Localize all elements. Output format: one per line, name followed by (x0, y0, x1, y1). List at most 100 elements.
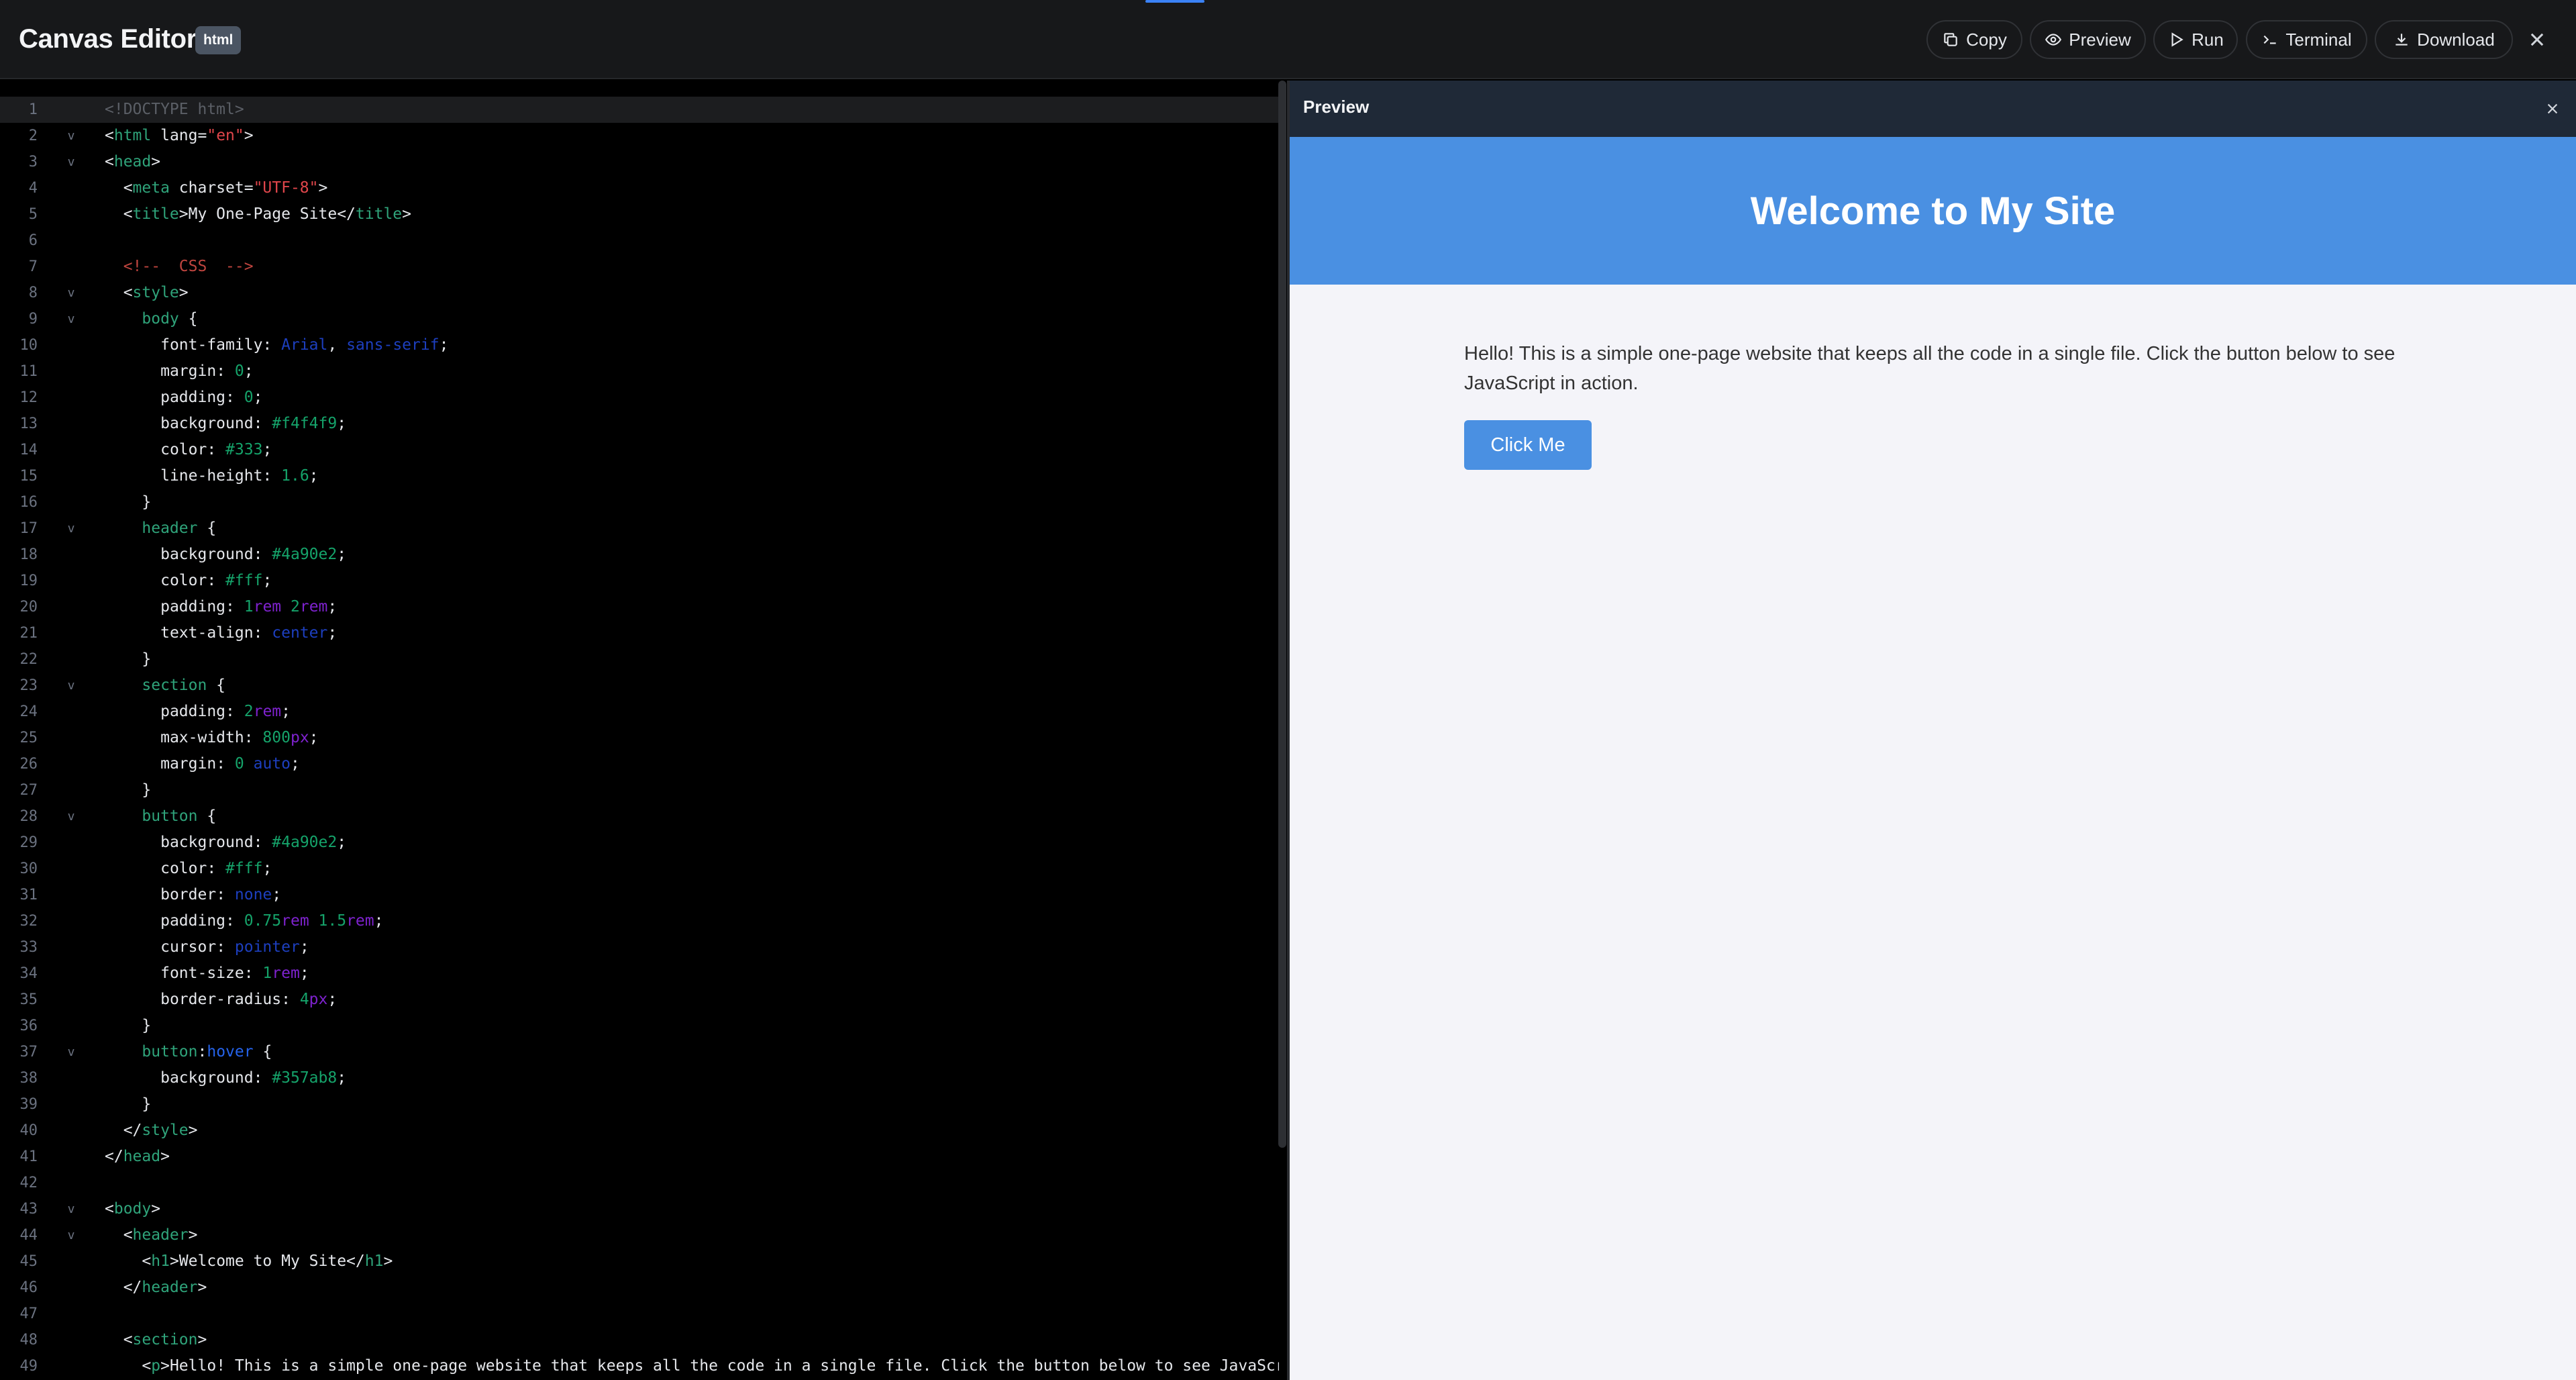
close-preview-button[interactable] (2540, 97, 2565, 121)
code-line[interactable]: 25 max-width: 800px; (0, 725, 1279, 751)
code-text: margin: 0 auto; (160, 755, 300, 773)
code-line[interactable]: 23 v section { (0, 673, 1279, 699)
eye-icon (2045, 34, 2062, 46)
code-text: padding: 1rem 2rem; (160, 598, 338, 615)
editor-scrollbar[interactable] (1278, 81, 1286, 1148)
code-line[interactable]: 39 } (0, 1091, 1279, 1118)
language-badge: html (195, 26, 242, 54)
code-line[interactable]: 19 color: #fff; (0, 568, 1279, 594)
code-editor[interactable]: 1 <!DOCTYPE html> 2 v <html lang="en"> 3 v <hea… (0, 81, 1279, 1380)
fold-chevron-icon[interactable]: v (64, 515, 78, 542)
code-line[interactable]: 31 border: none; (0, 882, 1279, 908)
line-number: 11 (19, 363, 38, 380)
fold-chevron-icon[interactable]: v (64, 280, 78, 306)
code-text: section { (142, 677, 226, 694)
code-line[interactable]: 15 line-height: 1.6; (0, 463, 1279, 489)
code-line[interactable]: 7 <!-- CSS --> (0, 254, 1279, 280)
close-editor-button[interactable] (2522, 24, 2553, 55)
code-line[interactable]: 37 v button:hover { (0, 1039, 1279, 1065)
code-line[interactable]: 17 v header { (0, 515, 1279, 542)
fold-chevron-icon[interactable]: v (64, 306, 78, 332)
code-line[interactable]: 30 color: #fff; (0, 856, 1279, 882)
fold-chevron-icon[interactable]: v (64, 1196, 78, 1222)
site-heading: Welcome to My Site (1750, 189, 2116, 233)
code-line[interactable]: 26 margin: 0 auto; (0, 751, 1279, 777)
code-text: } (105, 1095, 152, 1113)
code-line[interactable]: 36 } (0, 1013, 1279, 1039)
code-line[interactable]: 45 <h1>Welcome to My Site</h1> (0, 1248, 1279, 1275)
code-line[interactable]: 11 margin: 0; (0, 358, 1279, 385)
code-line[interactable]: 29 background: #4a90e2; (0, 830, 1279, 856)
code-line[interactable]: 48 <section> (0, 1327, 1279, 1353)
fold-chevron-icon[interactable]: v (64, 673, 78, 699)
preview-header: Preview (1290, 81, 2576, 137)
code-line[interactable]: 16 } (0, 489, 1279, 515)
run-button[interactable]: Run (2153, 20, 2238, 59)
line-number: 4 (28, 180, 38, 197)
line-number: 2 (28, 128, 38, 144)
code-line[interactable]: 14 color: #333; (0, 437, 1279, 463)
code-text: <p>Hello! This is a simple one-page webs… (105, 1357, 1279, 1375)
code-line[interactable]: 33 cursor: pointer; (0, 934, 1279, 960)
code-text: border-radius: 4px; (160, 991, 338, 1008)
fold-chevron-icon[interactable]: v (64, 123, 78, 149)
site-header: Welcome to My Site (1290, 137, 2576, 285)
code-line[interactable]: 1 <!DOCTYPE html> (0, 97, 1279, 123)
fold-chevron-icon[interactable]: v (64, 1222, 78, 1248)
code-line[interactable]: 47 (0, 1301, 1279, 1327)
code-text: <section> (105, 1331, 207, 1348)
code-line[interactable]: 44 v <header> (0, 1222, 1279, 1248)
line-number: 41 (19, 1148, 38, 1165)
code-text: </header> (105, 1279, 207, 1296)
code-line[interactable]: 28 v button { (0, 803, 1279, 830)
code-line[interactable]: 6 (0, 228, 1279, 254)
code-line[interactable]: 34 font-size: 1rem; (0, 960, 1279, 987)
code-line[interactable]: 18 background: #4a90e2; (0, 542, 1279, 568)
code-text: <html lang="en"> (105, 127, 254, 144)
line-number: 26 (19, 756, 38, 773)
code-line[interactable]: 3 v <head> (0, 149, 1279, 175)
code-line[interactable]: 22 } (0, 646, 1279, 673)
code-line[interactable]: 20 padding: 1rem 2rem; (0, 594, 1279, 620)
code-line[interactable]: 10 font-family: Arial, sans-serif; (0, 332, 1279, 358)
code-line[interactable]: 43 v <body> (0, 1196, 1279, 1222)
code-line[interactable]: 12 padding: 0; (0, 385, 1279, 411)
code-line[interactable]: 46 </header> (0, 1275, 1279, 1301)
code-line[interactable]: 35 border-radius: 4px; (0, 987, 1279, 1013)
code-line[interactable]: 49 <p>Hello! This is a simple one-page w… (0, 1353, 1280, 1379)
click-me-button[interactable]: Click Me (1464, 420, 1592, 470)
code-line[interactable]: 8 v <style> (0, 280, 1279, 306)
code-line[interactable]: 24 padding: 2rem; (0, 699, 1279, 725)
line-number: 46 (19, 1279, 38, 1296)
copy-button[interactable]: Copy (1926, 20, 2022, 59)
code-line[interactable]: 41 </head> (0, 1144, 1279, 1170)
code-text: } (105, 650, 152, 668)
line-number: 22 (19, 651, 38, 668)
fold-chevron-icon[interactable]: v (64, 803, 78, 830)
code-line[interactable]: 42 (0, 1170, 1279, 1196)
preview-button-label: Preview (2069, 29, 2131, 50)
terminal-button-label: Terminal (2285, 29, 2352, 50)
fold-chevron-icon[interactable]: v (64, 1039, 78, 1065)
code-line[interactable]: 2 v <html lang="en"> (0, 123, 1279, 149)
code-line[interactable]: 38 background: #357ab8; (0, 1065, 1279, 1091)
code-text: <h1>Welcome to My Site</h1> (105, 1252, 393, 1270)
download-button[interactable]: Download (2375, 20, 2513, 59)
code-line[interactable]: 21 text-align: center; (0, 620, 1279, 646)
line-number: 33 (19, 939, 38, 956)
line-number: 9 (28, 311, 38, 328)
code-line[interactable]: 32 padding: 0.75rem 1.5rem; (0, 908, 1279, 934)
download-button-label: Download (2417, 29, 2495, 50)
code-line[interactable]: 9 v body { (0, 306, 1279, 332)
code-line[interactable]: 13 background: #f4f4f9; (0, 411, 1279, 437)
code-line[interactable]: 5 <title>My One-Page Site</title> (0, 201, 1279, 228)
code-line[interactable]: 40 </style> (0, 1118, 1279, 1144)
line-number: 13 (19, 415, 38, 432)
line-number: 23 (19, 677, 38, 694)
code-line[interactable]: 4 <meta charset="UTF-8"> (0, 175, 1279, 201)
code-line[interactable]: 27 } (0, 777, 1279, 803)
line-number: 1 (28, 101, 38, 118)
preview-button[interactable]: Preview (2030, 20, 2146, 59)
fold-chevron-icon[interactable]: v (64, 149, 78, 175)
terminal-button[interactable]: Terminal (2246, 20, 2367, 59)
